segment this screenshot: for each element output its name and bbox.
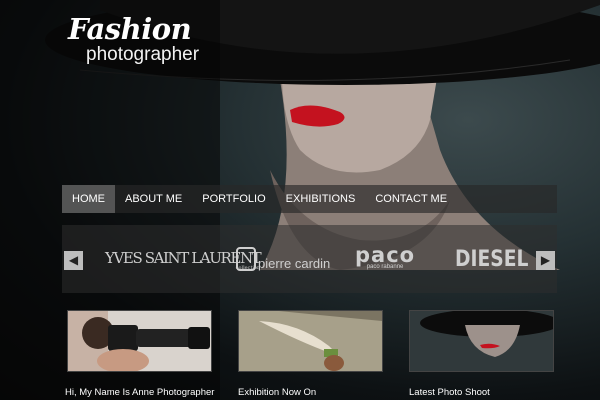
prev-arrow-icon[interactable]: ◀ bbox=[64, 251, 83, 270]
pierre-cardin-mark-icon bbox=[236, 247, 256, 271]
feature-thumb-photo-shoot[interactable] bbox=[409, 310, 554, 372]
brand-logo-diesel[interactable]: DIESEL bbox=[455, 247, 528, 272]
logo-subtitle: photographer bbox=[86, 44, 200, 65]
logo-title: Fashion bbox=[68, 12, 192, 46]
nav-item-contact-me[interactable]: CONTACT ME bbox=[365, 185, 457, 213]
nav-item-about-me[interactable]: ABOUT ME bbox=[115, 185, 192, 213]
site-logo[interactable]: Fashion photographer bbox=[68, 12, 199, 66]
main-nav: HOME ABOUT ME PORTFOLIO EXHIBITIONS CONT… bbox=[62, 185, 557, 213]
feature-thumb-photographer[interactable] bbox=[67, 310, 212, 372]
brand-logo-pierre-cardin[interactable]: pierre cardin bbox=[236, 247, 330, 271]
brand-logo-paco[interactable]: paco paco rabanne bbox=[355, 243, 415, 270]
nav-item-portfolio[interactable]: PORTFOLIO bbox=[192, 185, 275, 213]
next-arrow-icon[interactable]: ▶ bbox=[536, 251, 555, 270]
feature-caption-3[interactable]: Latest Photo Shoot bbox=[409, 387, 490, 398]
brand-slider: ◀ YVES SAINT LAURENT collection pierre c… bbox=[62, 225, 557, 293]
feature-thumb-exhibition[interactable] bbox=[238, 310, 383, 372]
feature-caption-2[interactable]: Exhibition Now On bbox=[238, 387, 316, 398]
nav-item-home[interactable]: HOME bbox=[62, 185, 115, 213]
brand-name-pierre-cardin: pierre cardin bbox=[258, 256, 331, 271]
nav-item-exhibitions[interactable]: EXHIBITIONS bbox=[276, 185, 366, 213]
feature-caption-1[interactable]: Hi, My Name Is Anne Photographer bbox=[65, 387, 214, 398]
